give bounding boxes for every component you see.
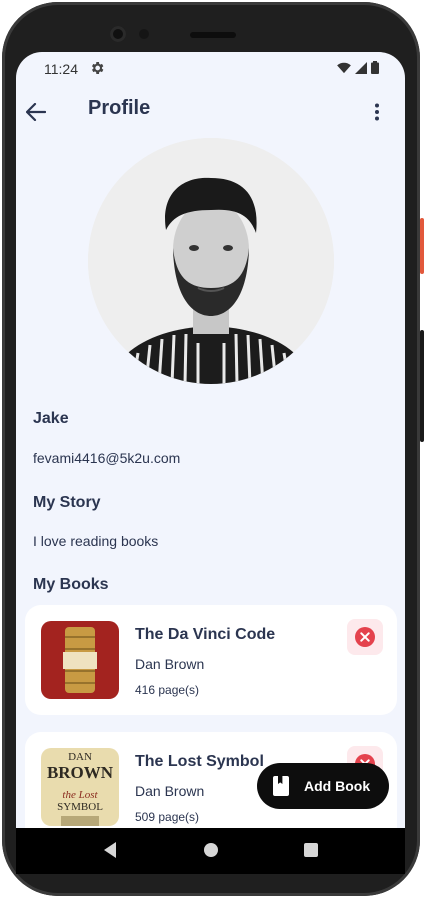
close-circle-icon (355, 627, 375, 647)
book-title: The Da Vinci Code (135, 626, 276, 643)
add-book-button[interactable]: Add Book (257, 763, 389, 809)
profile-photo (88, 138, 334, 384)
more-vertical-icon (375, 103, 379, 121)
nav-back-icon[interactable] (102, 841, 118, 859)
power-button (420, 218, 424, 274)
profile-avatar (88, 138, 334, 384)
my-story-text: I love reading books (33, 533, 159, 549)
book-card[interactable]: The Da Vinci Code Dan Brown 416 page(s) (25, 605, 397, 715)
book-title: The Lost Symbol (135, 753, 264, 770)
cover-lettering: BROWN (47, 763, 114, 782)
system-nav-bar (16, 828, 405, 874)
book-cover (41, 621, 119, 699)
add-book-label: Add Book (304, 778, 371, 794)
my-books-heading: My Books (33, 576, 109, 593)
nav-recents-icon[interactable] (304, 843, 318, 857)
app-bar: Profile (16, 84, 405, 140)
arrow-left-icon (26, 103, 46, 121)
app-screen: 11:24 Profile Jake fevami4416@5k2u.com M… (16, 52, 405, 828)
back-button[interactable] (22, 98, 50, 126)
book-author: Dan Brown (135, 783, 205, 799)
book-pages: 416 page(s) (135, 683, 200, 697)
wifi-icon (337, 62, 351, 73)
lost-symbol-cover: DAN BROWN the Lost SYMBOL (41, 748, 119, 826)
cover-lettering: SYMBOL (57, 801, 103, 813)
page-title: Profile (88, 97, 151, 119)
status-bar: 11:24 (16, 52, 405, 84)
book-author: Dan Brown (135, 656, 205, 672)
book-pages: 509 page(s) (135, 810, 200, 824)
signal-icon (355, 61, 367, 74)
delete-book-button[interactable] (347, 619, 383, 655)
front-camera (110, 26, 126, 42)
my-story-heading: My Story (33, 494, 101, 511)
profile-email: fevami4416@5k2u.com (33, 450, 181, 466)
nav-home-icon[interactable] (204, 843, 218, 857)
cover-lettering: the Lost (62, 789, 98, 801)
status-icons (337, 61, 379, 74)
book-cover: DAN BROWN the Lost SYMBOL (41, 748, 119, 826)
battery-icon (371, 61, 379, 74)
book-icon (273, 776, 289, 796)
gear-icon (92, 62, 104, 74)
earpiece-speaker (190, 32, 236, 38)
da-vinci-code-cover (41, 621, 119, 699)
profile-name: Jake (33, 410, 69, 427)
volume-button (420, 330, 424, 442)
status-time: 11:24 (44, 61, 78, 77)
more-options-button[interactable] (365, 98, 389, 126)
proximity-sensor (139, 29, 149, 39)
cover-lettering: DAN (68, 751, 92, 763)
